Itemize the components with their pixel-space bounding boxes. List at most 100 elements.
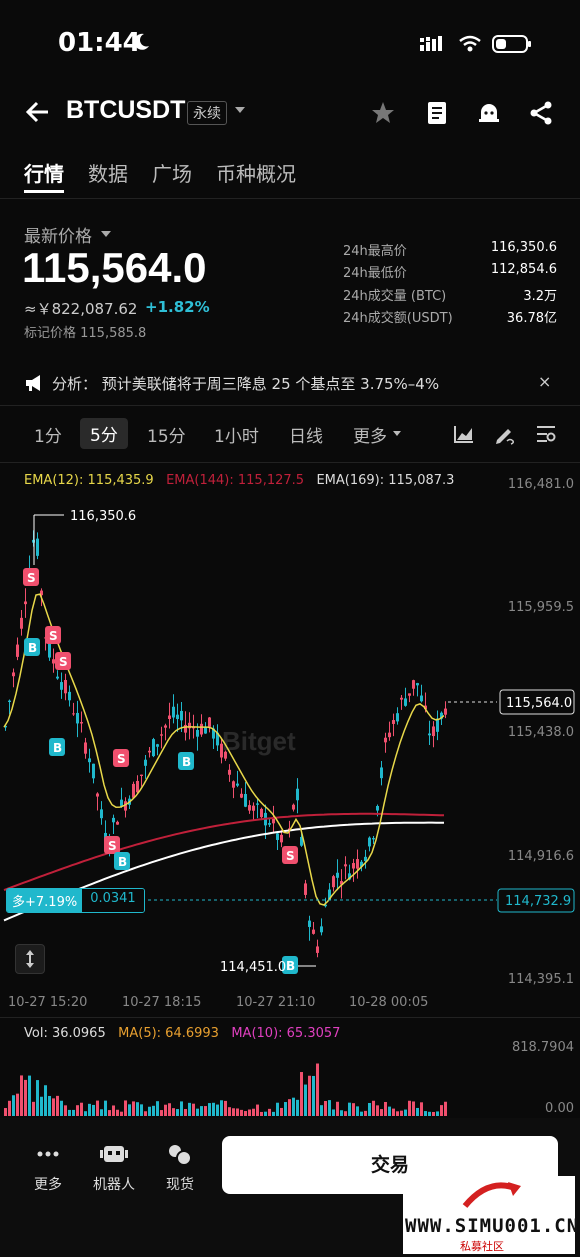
expand-toggle[interactable] <box>15 944 45 974</box>
wifi-icon <box>459 35 481 52</box>
volume-bar <box>416 1107 419 1116</box>
volume-bar <box>16 1093 19 1116</box>
nav-more[interactable]: 更多 <box>28 1140 68 1194</box>
candle-body <box>8 700 11 702</box>
volume-bar <box>92 1104 95 1116</box>
volume-bar <box>164 1104 167 1116</box>
volume-bar <box>404 1109 407 1116</box>
analysis-notice[interactable]: 分析： 预计美联储将于周三降息 25 个基点至 3.75%–4% <box>52 373 439 394</box>
tab-data[interactable]: 数据 <box>88 158 128 187</box>
volume-bar <box>392 1108 395 1116</box>
volume-bar <box>116 1109 119 1116</box>
candle-body <box>304 883 307 895</box>
interval-5m[interactable]: 5分 <box>80 418 128 449</box>
volume-bar <box>400 1110 403 1116</box>
mark-price: 标记价格 115,585.8 <box>24 326 147 341</box>
interval-15m[interactable]: 15分 <box>147 422 186 447</box>
interval-1m[interactable]: 1分 <box>34 422 62 447</box>
last-price-caret-icon[interactable] <box>101 231 111 237</box>
volume-bar <box>276 1102 279 1116</box>
candle-body <box>404 698 407 706</box>
volume-bar <box>168 1103 171 1116</box>
candle-body <box>228 769 231 775</box>
chart-type-icon[interactable] <box>453 424 475 444</box>
position-size: 0.0341 <box>82 889 144 912</box>
candle-body <box>332 876 335 888</box>
candle-body <box>416 683 419 686</box>
star-icon[interactable] <box>370 100 396 126</box>
candle-body <box>256 803 259 805</box>
volume-bar <box>188 1102 191 1116</box>
volume-bar <box>48 1095 51 1116</box>
tab-coin-overview[interactable]: 币种概况 <box>216 158 296 187</box>
candle-body <box>112 817 115 823</box>
volume-bar <box>52 1098 55 1116</box>
volume-bar <box>88 1103 91 1116</box>
candle-body <box>132 783 135 798</box>
site-watermark-sub: 私募社区 <box>460 1240 504 1253</box>
share-icon[interactable] <box>528 100 554 126</box>
battery-icon <box>492 35 531 53</box>
last-price: 115,564.0 <box>22 244 207 291</box>
candle-body <box>72 713 75 715</box>
volume-bar <box>292 1097 295 1116</box>
candle-body <box>320 926 323 933</box>
site-watermark-text: WWW.SIMU001.CN <box>405 1215 580 1237</box>
candle-body <box>392 720 395 724</box>
tab-square[interactable]: 广场 <box>152 158 192 187</box>
candle-body <box>376 805 379 811</box>
volume-bar <box>172 1108 175 1116</box>
candle-body <box>412 680 415 689</box>
back-arrow-icon[interactable] <box>24 98 52 126</box>
sell-marker: S <box>49 629 58 643</box>
notebook-icon[interactable] <box>424 100 450 126</box>
robot-icon <box>100 1146 128 1162</box>
watermark-text: Bitget <box>222 726 296 756</box>
volume-bar <box>128 1104 131 1116</box>
symbol-dropdown-caret[interactable] <box>235 107 245 113</box>
stat-value-volume: 3.2万 <box>523 289 557 304</box>
volume-bar <box>76 1105 79 1116</box>
candle-body <box>156 744 159 747</box>
volume-bar <box>256 1104 259 1116</box>
more-caret-icon[interactable] <box>393 431 401 436</box>
nav-spot[interactable]: 现货 <box>160 1140 200 1194</box>
nav-robot[interactable]: 机器人 <box>92 1140 136 1194</box>
interval-1d[interactable]: 日线 <box>289 422 323 447</box>
divider <box>0 1017 580 1018</box>
tab-market[interactable]: 行情 <box>24 158 64 187</box>
high-price-label: 116,350.6 <box>70 509 136 524</box>
volume-bar <box>436 1111 439 1116</box>
alert-bell-icon[interactable] <box>476 100 502 126</box>
buy-marker: B <box>53 741 62 755</box>
volume-bar <box>424 1111 427 1116</box>
candle-body <box>48 643 51 658</box>
volume-bar <box>156 1101 159 1116</box>
divider <box>0 462 580 463</box>
volume-bar <box>32 1101 35 1116</box>
candle-body <box>400 697 403 700</box>
volume-bar <box>248 1109 251 1116</box>
symbol-title[interactable]: BTCUSDT <box>66 96 185 125</box>
more-icon <box>37 1151 59 1157</box>
volume-bar <box>244 1111 247 1116</box>
candle-body <box>280 834 283 843</box>
volume-bar <box>328 1100 331 1116</box>
volume-bar <box>368 1103 371 1116</box>
candle-body <box>56 676 59 679</box>
volume-bar <box>192 1103 195 1116</box>
volume-bar <box>216 1104 219 1116</box>
volume-bar <box>144 1111 147 1116</box>
close-notice-button[interactable]: × <box>538 372 551 391</box>
volume-bar <box>108 1110 111 1116</box>
drawing-tool-icon[interactable] <box>494 423 516 445</box>
volume-ma5: MA(5): 64.6993 <box>118 1026 219 1041</box>
active-tab-underline <box>24 190 64 193</box>
candlestick-chart[interactable]: Bitget SBSSBSSBBSB 116,350.6 114,451.0 1… <box>0 485 580 990</box>
volume-bar <box>148 1106 151 1116</box>
indicator-settings-icon[interactable] <box>535 424 557 444</box>
interval-1h[interactable]: 1小时 <box>214 422 259 447</box>
interval-more[interactable]: 更多 <box>353 422 387 447</box>
signal-icon <box>420 36 442 51</box>
position-pill[interactable]: 多+7.19% 0.0341 <box>6 888 145 913</box>
